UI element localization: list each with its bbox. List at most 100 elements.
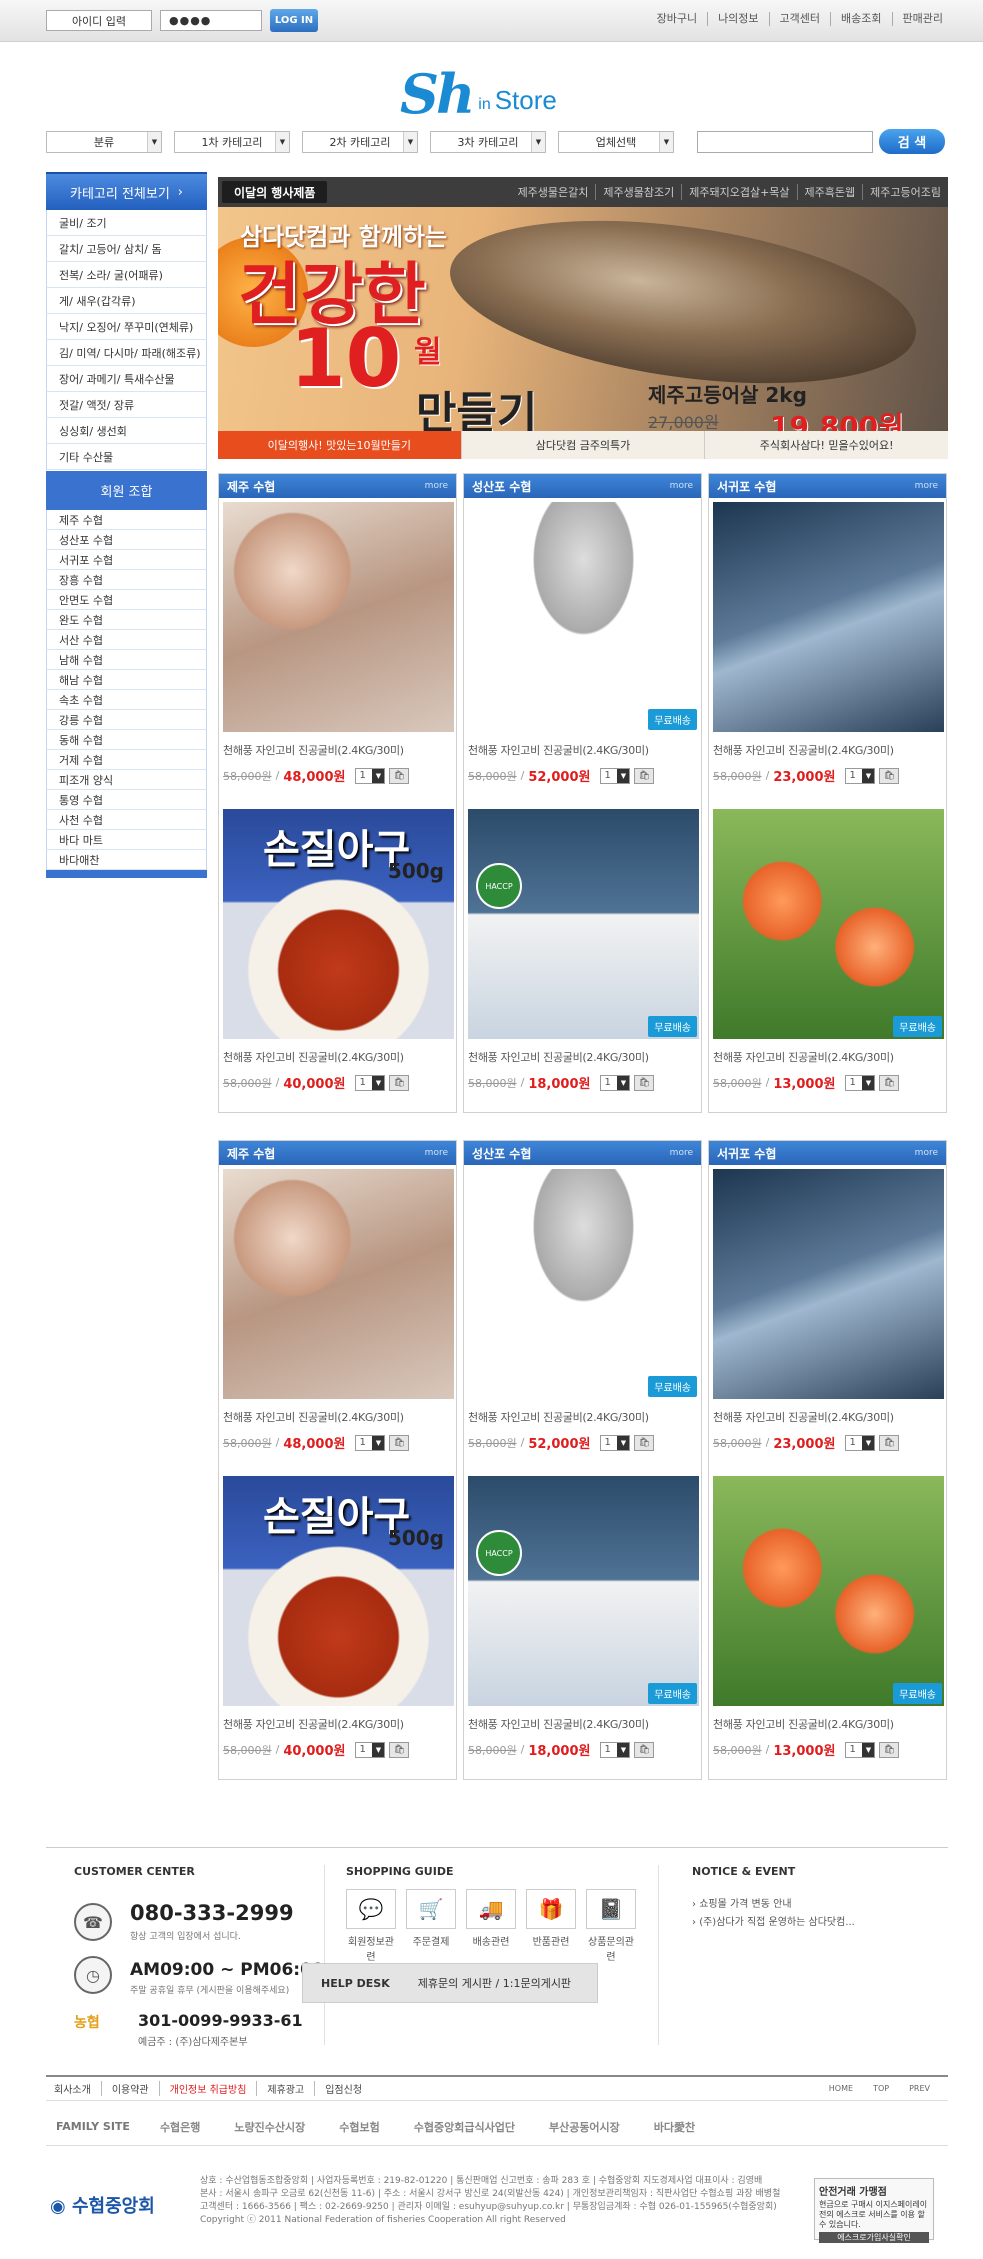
product-name[interactable]: 천해풍 자인고비 진공굴비(2.4KG/30미) — [713, 742, 944, 758]
search-button[interactable]: 검 색 — [879, 129, 945, 154]
sidebar-item[interactable]: 젓갈/ 액젓/ 장류 — [46, 392, 207, 418]
quantity-select[interactable]: 1 ▼ — [845, 767, 876, 784]
top-link-cs[interactable]: 고객센터 — [768, 12, 830, 26]
cart-icon[interactable]: 🛍 — [634, 1434, 655, 1451]
quantity-select[interactable]: 1 ▼ — [355, 1434, 386, 1451]
login-id-field[interactable]: 아이디 입력 — [46, 10, 152, 31]
family-logo[interactable]: 노량진수산시장 — [234, 2119, 305, 2135]
product-card[interactable]: HACCP 무료배송 천해풍 자인고비 진공굴비(2.4KG/30미) 58,000원… — [464, 1472, 703, 1779]
banner-link[interactable]: 제주흑돈웹 — [796, 184, 863, 200]
escrow-badge[interactable]: 안전거래 가맹점 현금으로 구매시 이지스페이레이전의 에스크로 서비스를 이용… — [814, 2178, 934, 2243]
top-link-myinfo[interactable]: 나의정보 — [707, 12, 768, 26]
escrow-link[interactable]: 에스크로가입사실확인 — [819, 2232, 929, 2243]
banner-bottom-tab[interactable]: 삼다닷컴 금주의특가 — [460, 431, 705, 459]
top-link-sales[interactable]: 판매관리 — [891, 12, 953, 26]
notice-item[interactable]: › 쇼핑몰 가격 변동 안내 — [692, 1895, 792, 1910]
quantity-select[interactable]: 1 ▼ — [600, 767, 631, 784]
member-item[interactable]: 남해 수협 — [46, 650, 207, 670]
member-item[interactable]: 사천 수협 — [46, 810, 207, 830]
cart-icon[interactable]: 🛍 — [634, 1074, 655, 1091]
product-name[interactable]: 천해풍 자인고비 진공굴비(2.4KG/30미) — [223, 1049, 454, 1065]
login-button[interactable]: LOG IN — [270, 9, 318, 32]
quantity-select[interactable]: 1 ▼ — [600, 1741, 631, 1758]
top-link-cart[interactable]: 장바구니 — [647, 12, 707, 26]
cart-icon[interactable]: 🛍 — [634, 767, 655, 784]
column-header[interactable]: 성산포 수협 more — [464, 1141, 701, 1165]
product-image[interactable] — [223, 502, 454, 732]
member-item[interactable]: 바다 마트 — [46, 830, 207, 850]
cart-icon[interactable]: 🛍 — [389, 767, 410, 784]
family-logo[interactable]: 수협보험 — [339, 2119, 379, 2135]
member-item[interactable]: 장흥 수협 — [46, 570, 207, 590]
sg-item[interactable]: 🛒 주문결제 — [406, 1889, 456, 1963]
product-card[interactable]: HACCP 무료배송 천해풍 자인고비 진공굴비(2.4KG/30미) 58,000원… — [464, 805, 703, 1112]
cart-icon[interactable]: 🛍 — [634, 1741, 655, 1758]
promo-banner[interactable]: 이달의 행사제품 제주생물은갈치 제주생물참조기 제주돼지오겹살+목살 제주흑돈… — [218, 177, 948, 459]
sidebar-item[interactable]: 게/ 새우(갑각류) — [46, 288, 207, 314]
product-image[interactable]: 무료배송 — [468, 502, 699, 732]
quantity-select[interactable]: 1 ▼ — [355, 1741, 386, 1758]
product-card[interactable]: 손질아구 500g 천해풍 자인고비 진공굴비(2.4KG/30미) 58,000원 /… — [219, 805, 458, 1112]
member-item[interactable]: 피조개 양식 — [46, 770, 207, 790]
member-item[interactable]: 통영 수협 — [46, 790, 207, 810]
site-logo[interactable]: Sh in Store — [400, 54, 600, 124]
footer-link[interactable]: 회사소개 — [46, 2081, 101, 2096]
product-name[interactable]: 천해풍 자인고비 진공굴비(2.4KG/30미) — [468, 742, 699, 758]
more-link[interactable]: more — [425, 481, 448, 491]
product-name[interactable]: 천해풍 자인고비 진공굴비(2.4KG/30미) — [468, 1409, 699, 1425]
banner-link[interactable]: 제주생물은갈치 — [511, 184, 596, 200]
footer-link[interactable]: 입점신청 — [314, 2081, 372, 2096]
product-name[interactable]: 천해풍 자인고비 진공굴비(2.4KG/30미) — [468, 1716, 699, 1732]
footer-link[interactable]: 제휴광고 — [256, 2081, 314, 2096]
product-name[interactable]: 천해풍 자인고비 진공굴비(2.4KG/30미) — [713, 1049, 944, 1065]
banner-bottom-tab[interactable]: 이달의행사! 맛있는10월만들기 — [218, 431, 461, 459]
footer-link[interactable]: 이용약관 — [100, 2081, 159, 2096]
banner-link[interactable]: 제주돼지오겹살+목살 — [681, 184, 796, 200]
product-image[interactable]: 손질아구 500g — [223, 1476, 454, 1706]
quantity-select[interactable]: 1 ▼ — [845, 1074, 876, 1091]
product-image[interactable]: 무료배송 — [713, 809, 944, 1039]
product-image[interactable] — [223, 1169, 454, 1399]
column-header[interactable]: 제주 수협 more — [219, 1141, 456, 1165]
sg-item[interactable]: 🎁 반품관련 — [526, 1889, 576, 1963]
member-item[interactable]: 속초 수협 — [46, 690, 207, 710]
banner-link[interactable]: 제주생물참조기 — [595, 184, 681, 200]
column-header[interactable]: 성산포 수협 more — [464, 474, 701, 498]
member-item[interactable]: 해남 수협 — [46, 670, 207, 690]
sg-item[interactable]: 💬 회원정보관련 — [346, 1889, 396, 1963]
product-card[interactable]: 무료배송 천해풍 자인고비 진공굴비(2.4KG/30미) 58,000원/13,0… — [709, 1472, 948, 1779]
product-name[interactable]: 천해풍 자인고비 진공굴비(2.4KG/30미) — [223, 742, 454, 758]
quantity-select[interactable]: 1 ▼ — [845, 1741, 876, 1758]
product-name[interactable]: 천해풍 자인고비 진공굴비(2.4KG/30미) — [223, 1716, 454, 1732]
prev-link[interactable]: PREV — [909, 2084, 930, 2093]
more-link[interactable]: more — [915, 1148, 938, 1158]
sidebar-item[interactable]: 장어/ 과메기/ 특새수산물 — [46, 366, 207, 392]
product-card[interactable]: 무료배송 천해풍 자인고비 진공굴비(2.4KG/30미) 58,000원/13,0… — [709, 805, 948, 1112]
cart-icon[interactable]: 🛍 — [389, 1741, 410, 1758]
product-name[interactable]: 천해풍 자인고비 진공굴비(2.4KG/30미) — [713, 1716, 944, 1732]
quantity-select[interactable]: 1 ▼ — [355, 767, 386, 784]
family-logo[interactable]: 부산공동어시장 — [549, 2119, 620, 2135]
product-card[interactable]: 무료배송 천해풍 자인고비 진공굴비(2.4KG/30미) 58,000원/52,0… — [464, 498, 703, 805]
column-header[interactable]: 서귀포 수협 more — [709, 474, 946, 498]
cart-icon[interactable]: 🛍 — [879, 1074, 900, 1091]
cart-icon[interactable]: 🛍 — [879, 767, 900, 784]
footer-link-privacy[interactable]: 개인정보 취급방침 — [158, 2081, 257, 2096]
product-name[interactable]: 천해풍 자인고비 진공굴비(2.4KG/30미) — [223, 1409, 454, 1425]
member-item[interactable]: 서산 수협 — [46, 630, 207, 650]
select-cat3[interactable]: 3차 카테고리 ▼ — [430, 131, 546, 153]
sidebar-item[interactable]: 싱싱회/ 생선회 — [46, 418, 207, 444]
quantity-select[interactable]: 1 ▼ — [845, 1434, 876, 1451]
column-header[interactable]: 서귀포 수협 more — [709, 1141, 946, 1165]
cart-icon[interactable]: 🛍 — [389, 1434, 410, 1451]
more-link[interactable]: more — [915, 481, 938, 491]
quantity-select[interactable]: 1 ▼ — [355, 1074, 386, 1091]
product-card[interactable]: 천해풍 자인고비 진공굴비(2.4KG/30미) 58,000원/23,000원 1… — [709, 498, 948, 805]
family-logo[interactable]: 수협은행 — [160, 2119, 200, 2135]
product-card[interactable]: 천해풍 자인고비 진공굴비(2.4KG/30미) 58,000원/48,000원 1… — [219, 498, 458, 805]
product-image[interactable]: 무료배송 — [468, 1169, 699, 1399]
sg-item[interactable]: 🚚 배송관련 — [466, 1889, 516, 1963]
sidebar-item[interactable]: 갈치/ 고등어/ 삼치/ 돔 — [46, 236, 207, 262]
member-item[interactable]: 강릉 수협 — [46, 710, 207, 730]
member-item[interactable]: 안면도 수협 — [46, 590, 207, 610]
